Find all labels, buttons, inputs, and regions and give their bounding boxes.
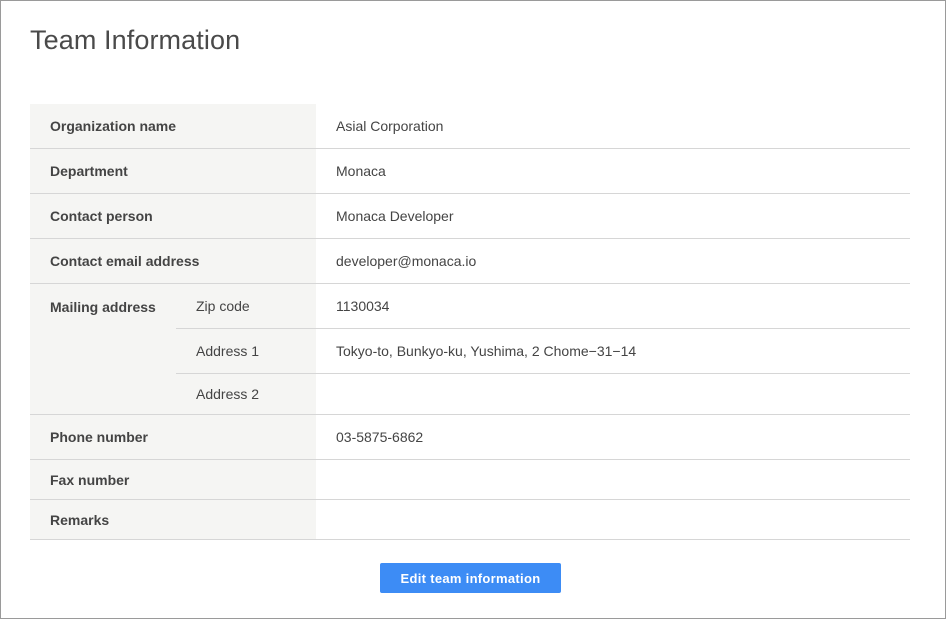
contact-person-label: Contact person: [30, 194, 316, 238]
department-value: Monaca: [336, 163, 386, 179]
organization-name-value: Asial Corporation: [336, 118, 444, 134]
fax-number-label: Fax number: [30, 460, 316, 499]
subrow-zip-code: Zip code 1130034: [176, 284, 910, 329]
row-contact-person: Contact person Monaca Developer: [30, 194, 910, 239]
subrow-address-1: Address 1 Tokyo-to, Bunkyo-ku, Yushima, …: [176, 329, 910, 374]
mailing-address-label: Mailing address: [30, 284, 176, 414]
page-title: Team Information: [30, 25, 241, 55]
phone-number-label: Phone number: [30, 415, 316, 459]
address-1-value: Tokyo-to, Bunkyo-ku, Yushima, 2 Chome−31…: [336, 343, 637, 359]
address-2-label: Address 2: [176, 374, 316, 414]
row-fax-number: Fax number: [30, 460, 910, 500]
mailing-address-subrows: Zip code 1130034 Address 1 Tokyo-to, Bun…: [176, 284, 910, 414]
remarks-value: [316, 500, 910, 539]
subrow-address-2: Address 2: [176, 374, 910, 414]
row-organization-name: Organization name Asial Corporation: [30, 104, 910, 149]
row-phone-number: Phone number 03-5875-6862: [30, 415, 910, 460]
contact-email-value: developer@monaca.io: [336, 253, 477, 269]
row-contact-email: Contact email address developer@monaca.i…: [30, 239, 910, 284]
remarks-label: Remarks: [30, 500, 316, 539]
team-info-table: Organization name Asial Corporation Depa…: [30, 104, 910, 540]
fax-number-value: [316, 460, 910, 499]
address-1-label: Address 1: [176, 329, 316, 373]
team-info-panel: Team Information Organization name Asial…: [0, 0, 946, 619]
contact-email-label: Contact email address: [30, 239, 316, 283]
row-mailing-address: Mailing address Zip code 1130034 Address…: [30, 284, 910, 415]
organization-name-label: Organization name: [30, 104, 316, 148]
phone-number-value: 03-5875-6862: [336, 429, 424, 445]
edit-team-information-button[interactable]: Edit team information: [380, 563, 561, 593]
department-label: Department: [30, 149, 316, 193]
row-department: Department Monaca: [30, 149, 910, 194]
zip-code-value: 1130034: [336, 298, 390, 314]
contact-person-value: Monaca Developer: [336, 208, 454, 224]
row-remarks: Remarks: [30, 500, 910, 540]
address-2-value: [316, 374, 910, 414]
zip-code-label: Zip code: [176, 284, 316, 328]
